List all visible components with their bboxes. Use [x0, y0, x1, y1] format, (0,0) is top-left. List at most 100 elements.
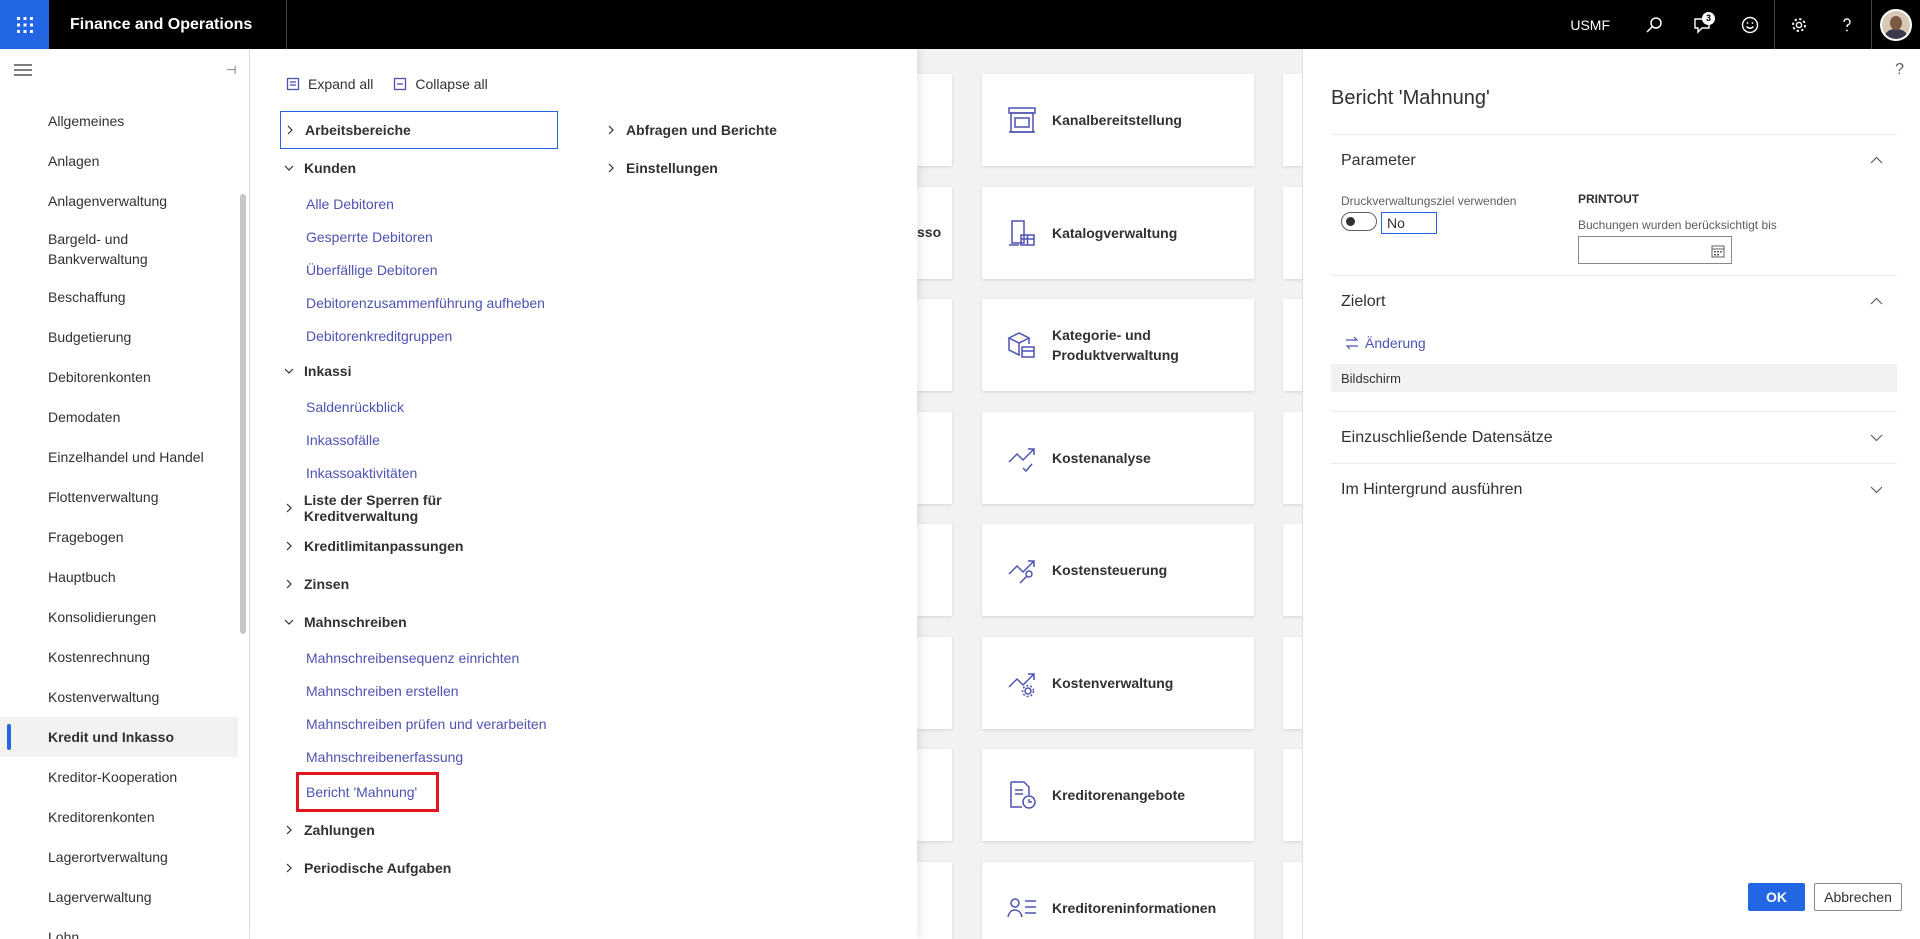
tile-partial[interactable]: [917, 749, 952, 841]
notifications-button[interactable]: 3: [1678, 0, 1726, 49]
menu-link[interactable]: Alle Debitoren: [280, 187, 558, 220]
tile-partial[interactable]: [1283, 412, 1302, 504]
menu-link[interactable]: Mahnschreibensequenz einrichten: [280, 641, 558, 674]
nav-item-label: Kostenverwaltung: [48, 689, 160, 705]
ok-button[interactable]: OK: [1748, 883, 1805, 911]
posted-until-date-input[interactable]: [1578, 236, 1732, 264]
group-periodisch[interactable]: Periodische Aufgaben: [280, 849, 558, 887]
tile-partial[interactable]: [1283, 524, 1302, 616]
chevron-down-icon: [284, 617, 304, 627]
nav-item[interactable]: Hauptbuch: [0, 557, 238, 597]
menu-link[interactable]: Mahnschreiben prüfen und verarbeiten: [280, 707, 558, 740]
tile-partial[interactable]: [917, 862, 952, 939]
nav-item[interactable]: Kreditor-Kooperation: [0, 757, 238, 797]
menu-link[interactable]: Überfällige Debitoren: [280, 253, 558, 286]
tile-kreditorenangebote[interactable]: Kreditorenangebote: [982, 749, 1254, 841]
expand-all-button[interactable]: Expand all: [286, 76, 373, 92]
menu-toolbar: Expand all Collapse all: [286, 76, 488, 92]
tile-partial[interactable]: [1283, 637, 1302, 729]
menu-link[interactable]: Debitorenkreditgruppen: [280, 319, 558, 352]
calendar-icon[interactable]: [1711, 244, 1725, 258]
collapse-all-button[interactable]: Collapse all: [393, 76, 488, 92]
tile-kostenanalyse[interactable]: Kostenanalyse: [982, 412, 1254, 504]
nav-item[interactable]: Budgetierung: [0, 317, 238, 357]
help-icon[interactable]: ?: [1895, 61, 1904, 79]
module-menu-panel: Expand all Collapse all Arbeitsbereiche …: [250, 49, 917, 939]
nav-item[interactable]: Lagerortverwaltung: [0, 837, 238, 877]
nav-item[interactable]: Konsolidierungen: [0, 597, 238, 637]
tile-katalogverwaltung[interactable]: Katalogverwaltung: [982, 187, 1254, 279]
section-header-parameter[interactable]: Parameter: [1331, 134, 1897, 186]
print-dest-toggle[interactable]: [1341, 212, 1377, 231]
user-avatar[interactable]: [1880, 8, 1912, 41]
group-kreditlimit[interactable]: Kreditlimitanpassungen: [280, 527, 558, 565]
nav-item[interactable]: Debitorenkonten: [0, 357, 238, 397]
search-button[interactable]: [1630, 0, 1678, 49]
nav-item-selected[interactable]: Kredit und Inkasso: [0, 717, 238, 757]
app-launcher-button[interactable]: [0, 0, 49, 49]
nav-item[interactable]: Beschaffung: [0, 277, 238, 317]
tile-partial[interactable]: [917, 524, 952, 616]
pin-icon[interactable]: ⊣: [226, 63, 236, 77]
nav-item[interactable]: Kostenverwaltung: [0, 677, 238, 717]
group-sperren[interactable]: Liste der Sperren für Kreditverwaltung: [280, 489, 558, 527]
tile-partial[interactable]: [1283, 187, 1302, 279]
tile-partial[interactable]: sso: [917, 187, 952, 279]
menu-link[interactable]: Inkassoaktivitäten: [280, 456, 558, 489]
menu-link[interactable]: Debitorenzusammenführung aufheben: [280, 286, 558, 319]
nav-item[interactable]: Anlagen: [0, 141, 238, 181]
tile-partial[interactable]: [917, 299, 952, 391]
nav-item[interactable]: Bargeld- und Bankverwaltung: [0, 221, 200, 277]
nav-item[interactable]: Kreditorenkonten: [0, 797, 238, 837]
tile-kostensteuerung[interactable]: Kostensteuerung: [982, 524, 1254, 616]
nav-item[interactable]: Lagerverwaltung: [0, 877, 238, 917]
tile-partial[interactable]: [1283, 862, 1302, 939]
feedback-button[interactable]: [1726, 0, 1774, 49]
menu-link[interactable]: Saldenrückblick: [280, 390, 558, 423]
group-einstellungen[interactable]: Einstellungen: [602, 149, 892, 187]
help-button[interactable]: [1823, 0, 1871, 49]
section-header-records[interactable]: Einzuschließende Datensätze: [1331, 411, 1897, 463]
tile-partial[interactable]: [1283, 74, 1302, 166]
tile-partial[interactable]: [917, 412, 952, 504]
menu-link[interactable]: Mahnschreiben erstellen: [280, 674, 558, 707]
nav-item[interactable]: Anlagenverwaltung: [0, 181, 238, 221]
nav-item-label: Lagerverwaltung: [48, 889, 152, 905]
nav-item-label: Kreditor-Kooperation: [48, 769, 178, 785]
group-kunden[interactable]: Kunden: [280, 149, 558, 187]
hamburger-icon[interactable]: [14, 63, 32, 77]
tile-partial[interactable]: [1283, 299, 1302, 391]
nav-item[interactable]: Kostenrechnung: [0, 637, 238, 677]
nav-item[interactable]: Flottenverwaltung: [0, 477, 238, 517]
group-arbeitsbereiche[interactable]: Arbeitsbereiche: [280, 111, 558, 149]
menu-link[interactable]: Mahnschreibenerfassung: [280, 740, 558, 773]
tile-kostenverwaltung[interactable]: Kostenverwaltung: [982, 637, 1254, 729]
group-zinsen[interactable]: Zinsen: [280, 565, 558, 603]
app-title[interactable]: Finance and Operations: [49, 0, 288, 49]
change-destination-button[interactable]: Änderung: [1345, 335, 1426, 351]
settings-button[interactable]: [1775, 0, 1823, 49]
nav-item[interactable]: Fragebogen: [0, 517, 238, 557]
group-zahlungen[interactable]: Zahlungen: [280, 811, 558, 849]
menu-link[interactable]: Inkassofälle: [280, 423, 558, 456]
company-picker[interactable]: USMF: [1550, 17, 1630, 33]
nav-item[interactable]: Einzelhandel und Handel: [0, 437, 238, 477]
tile-partial[interactable]: [917, 74, 952, 166]
section-header-zielort[interactable]: Zielort: [1331, 275, 1897, 327]
group-mahnschreiben[interactable]: Mahnschreiben: [280, 603, 558, 641]
menu-link[interactable]: Gesperrte Debitoren: [280, 220, 558, 253]
tile-kategorie-produktverwaltung[interactable]: Kategorie- und Produktverwaltung: [982, 299, 1254, 391]
tile-kanalbereitstellung[interactable]: Kanalbereitstellung: [982, 74, 1254, 166]
section-header-background[interactable]: Im Hintergrund ausführen: [1331, 463, 1897, 515]
nav-item[interactable]: Lohn: [0, 917, 238, 939]
nav-item[interactable]: Demodaten: [0, 397, 238, 437]
tile-partial[interactable]: [1283, 749, 1302, 841]
menu-link-bericht-mahnung-highlighted[interactable]: Bericht 'Mahnung': [296, 772, 439, 812]
group-inkassi[interactable]: Inkassi: [280, 352, 558, 390]
tile-kreditoreninformationen[interactable]: Kreditoreninformationen: [982, 862, 1254, 939]
tile-partial[interactable]: [917, 637, 952, 729]
cancel-button[interactable]: Abbrechen: [1814, 883, 1902, 911]
scrollbar[interactable]: [240, 194, 246, 634]
nav-item[interactable]: Allgemeines: [0, 101, 238, 141]
group-abfragen[interactable]: Abfragen und Berichte: [602, 111, 892, 149]
